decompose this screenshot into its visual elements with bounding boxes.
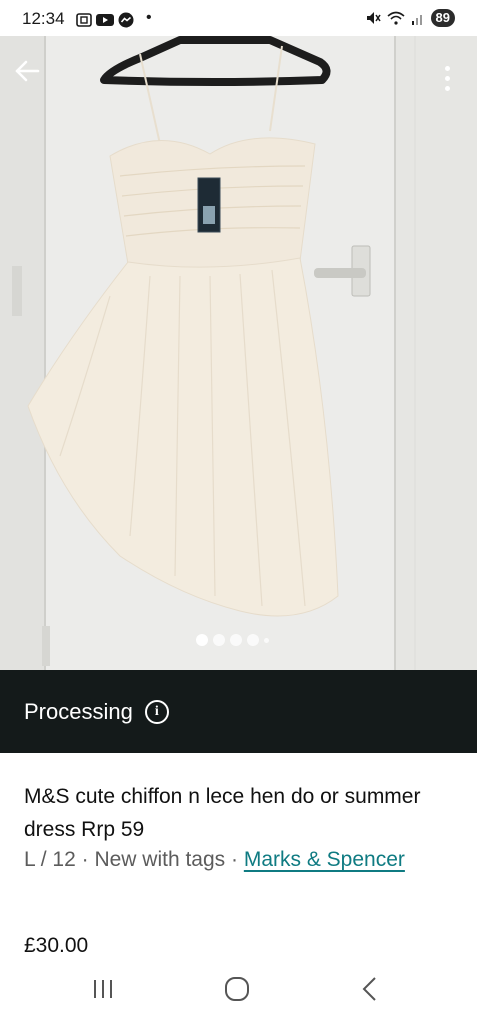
home-button[interactable] xyxy=(217,974,257,1004)
signal-icon xyxy=(411,15,422,25)
brand-link[interactable]: Marks & Spencer xyxy=(244,848,405,871)
meta-separator: · xyxy=(225,848,244,871)
carousel-dot[interactable] xyxy=(230,634,242,646)
system-icons: 89 xyxy=(365,9,455,27)
item-size: L / 12 xyxy=(24,848,76,871)
listing-photo[interactable] xyxy=(0,36,477,670)
listing-price: £30.00 xyxy=(24,934,89,952)
more-options-button[interactable] xyxy=(437,58,457,98)
home-icon xyxy=(225,977,249,1001)
more-dot xyxy=(444,75,450,81)
item-condition: New with tags xyxy=(94,848,226,871)
carousel-dot[interactable] xyxy=(213,634,225,646)
status-bar: 12:34 • 89 xyxy=(0,0,477,36)
recent-apps-button[interactable] xyxy=(83,974,123,1004)
mute-icon xyxy=(366,12,381,24)
screenshot-icon xyxy=(76,13,92,27)
back-nav-button[interactable] xyxy=(350,974,390,1004)
notification-icons xyxy=(76,12,134,28)
carousel-dot[interactable] xyxy=(196,634,208,646)
more-vertical-icon xyxy=(444,65,450,71)
info-icon[interactable]: i xyxy=(144,699,169,724)
battery-indicator: 89 xyxy=(430,9,455,27)
carousel-indicator[interactable] xyxy=(196,634,269,646)
listing-meta: L / 12 · New with tags · Marks & Spencer xyxy=(24,843,444,876)
messenger-icon xyxy=(118,12,134,28)
back-button[interactable] xyxy=(14,58,54,98)
carousel-dot[interactable] xyxy=(247,634,259,646)
status-time: 12:34 xyxy=(22,9,65,28)
meta-separator: · xyxy=(75,848,95,871)
wifi-icon xyxy=(387,11,405,25)
youtube-icon xyxy=(96,14,114,26)
back-chevron-icon xyxy=(362,977,376,1001)
recent-apps-icon xyxy=(94,980,112,998)
arrow-left-icon xyxy=(15,60,40,82)
listing-title: M&S cute chiffon n lece hen do or summer… xyxy=(24,785,421,841)
processing-label: Processing xyxy=(24,698,133,724)
more-dot xyxy=(444,85,450,91)
carousel-dot[interactable] xyxy=(264,637,269,643)
notification-dot: • xyxy=(146,9,152,26)
processing-banner: Processing i xyxy=(0,670,477,753)
system-nav-bar xyxy=(0,954,477,1024)
dress-photo xyxy=(0,36,477,670)
